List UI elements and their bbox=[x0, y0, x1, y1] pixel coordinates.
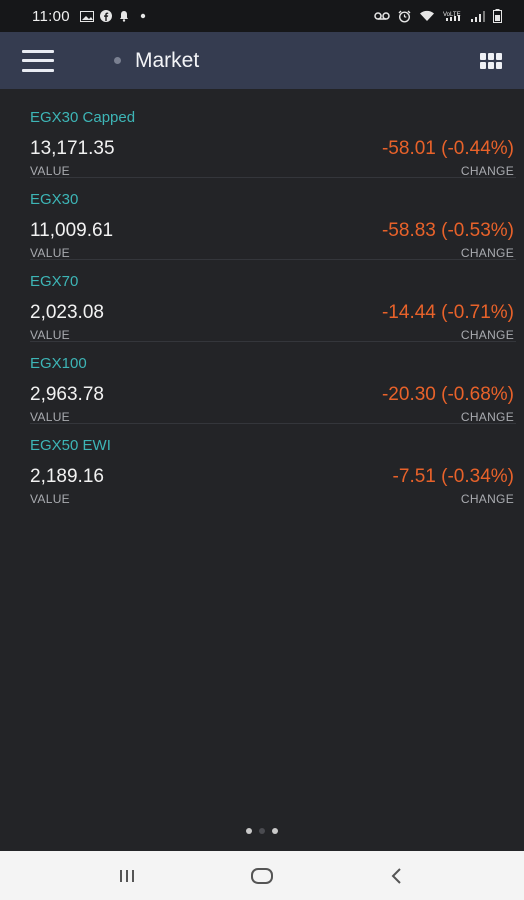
index-row[interactable]: EGX70 2,023.08 -14.44 (-0.71%) VALUE CHA… bbox=[30, 260, 516, 342]
change-label: CHANGE bbox=[460, 410, 514, 424]
page-dot-active[interactable] bbox=[246, 828, 252, 834]
page-dot[interactable] bbox=[259, 828, 265, 834]
dot-icon bbox=[140, 13, 146, 19]
wifi-icon bbox=[420, 10, 434, 21]
page-indicator bbox=[0, 828, 524, 834]
index-value: 2,023.08 bbox=[30, 302, 104, 323]
market-index-list: EGX30 Capped 13,171.35 -58.01 (-0.44%) V… bbox=[0, 96, 524, 506]
index-change: -58.01 (-0.44%) bbox=[381, 138, 514, 159]
title-wrap: Market bbox=[114, 49, 199, 73]
value-label: VALUE bbox=[30, 328, 70, 342]
index-value: 2,189.16 bbox=[30, 466, 104, 487]
change-label: CHANGE bbox=[460, 492, 514, 506]
index-name: EGX100 bbox=[30, 355, 87, 372]
change-label: CHANGE bbox=[460, 246, 514, 260]
change-label: CHANGE bbox=[460, 328, 514, 342]
image-icon bbox=[79, 10, 94, 22]
page-dot[interactable] bbox=[272, 828, 278, 834]
title-dot-icon bbox=[114, 57, 121, 64]
index-change: -20.30 (-0.68%) bbox=[381, 384, 514, 405]
hamburger-menu-icon[interactable] bbox=[22, 49, 54, 72]
status-time: 11:00 bbox=[32, 7, 70, 25]
index-change: -58.83 (-0.53%) bbox=[381, 220, 514, 241]
index-value: 11,009.61 bbox=[30, 220, 114, 241]
page-title: Market bbox=[135, 48, 200, 72]
index-value: 13,171.35 bbox=[30, 138, 115, 159]
back-icon[interactable] bbox=[377, 861, 417, 891]
index-name: EGX50 EWI bbox=[30, 437, 111, 454]
notification-icon bbox=[119, 11, 128, 22]
battery-icon bbox=[493, 9, 502, 23]
status-bar: 11:00 VoLTE bbox=[0, 0, 524, 32]
index-change: -7.51 (-0.34%) bbox=[392, 466, 514, 487]
index-change: -14.44 (-0.71%) bbox=[381, 302, 514, 323]
grid-view-icon[interactable] bbox=[480, 52, 502, 69]
signal-icon bbox=[471, 11, 485, 22]
index-row[interactable]: EGX30 Capped 13,171.35 -58.01 (-0.44%) V… bbox=[30, 96, 516, 178]
value-label: VALUE bbox=[30, 246, 70, 260]
value-label: VALUE bbox=[30, 410, 70, 424]
app-bar: Market bbox=[0, 32, 524, 89]
index-row[interactable]: EGX100 2,963.78 -20.30 (-0.68%) VALUE CH… bbox=[30, 342, 516, 424]
index-row[interactable]: EGX30 11,009.61 -58.83 (-0.53%) VALUE CH… bbox=[30, 178, 516, 260]
index-row[interactable]: EGX50 EWI 2,189.16 -7.51 (-0.34%) VALUE … bbox=[30, 424, 516, 506]
index-name: EGX70 bbox=[30, 273, 79, 290]
recent-apps-icon[interactable] bbox=[107, 861, 147, 891]
value-label: VALUE bbox=[30, 492, 70, 506]
system-nav-bar bbox=[0, 851, 524, 900]
lte-signal-icon: VoLTE bbox=[443, 12, 461, 21]
home-icon[interactable] bbox=[242, 861, 282, 891]
value-label: VALUE bbox=[30, 164, 70, 178]
status-left-icons bbox=[79, 10, 146, 22]
index-name: EGX30 Capped bbox=[30, 109, 136, 126]
alarm-icon bbox=[398, 10, 411, 23]
facebook-icon bbox=[99, 10, 112, 22]
voicemail-icon bbox=[374, 12, 390, 20]
index-value: 2,963.78 bbox=[30, 384, 104, 405]
index-name: EGX30 bbox=[30, 191, 79, 208]
status-right-icons: VoLTE bbox=[374, 9, 502, 23]
change-label: CHANGE bbox=[460, 164, 514, 178]
